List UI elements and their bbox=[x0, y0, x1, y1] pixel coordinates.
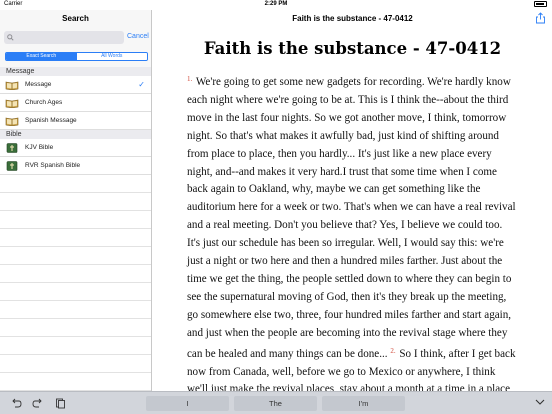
source-row-spanish-message[interactable]: Spanish Message bbox=[0, 112, 151, 130]
bible-icon bbox=[6, 160, 18, 171]
search-row: Cancel bbox=[4, 31, 150, 45]
paragraph: 1. We're going to get some new gadgets f… bbox=[187, 71, 517, 235]
empty-row bbox=[0, 355, 151, 373]
segment-all-words[interactable]: All Words bbox=[76, 53, 147, 60]
book-open-icon bbox=[5, 99, 19, 108]
source-row-message[interactable]: Message ✓ bbox=[0, 76, 151, 94]
document-title: Faith is the substance - 47-0412 bbox=[203, 39, 502, 58]
sidebar-title: Search bbox=[62, 14, 89, 23]
source-label: RVR Spanish Bible bbox=[25, 162, 81, 169]
sermon-document[interactable]: Faith is the substance - 47-0412 1. We'r… bbox=[153, 27, 552, 391]
empty-row bbox=[0, 229, 151, 247]
section-header-bible: Bible bbox=[0, 130, 151, 139]
empty-row bbox=[0, 211, 151, 229]
paragraph: It's just our schedule has been so irreg… bbox=[187, 235, 517, 391]
empty-row bbox=[0, 301, 151, 319]
empty-row bbox=[0, 247, 151, 265]
battery-icon bbox=[534, 1, 547, 7]
cancel-button[interactable]: Cancel bbox=[127, 33, 149, 40]
source-row-church-ages[interactable]: Church Ages bbox=[0, 94, 151, 112]
empty-row bbox=[0, 319, 151, 337]
document-body: 1. We're going to get some new gadgets f… bbox=[187, 71, 517, 391]
suggestion-2[interactable]: The bbox=[234, 396, 317, 411]
book-open-icon bbox=[5, 81, 19, 90]
source-row-kjv-bible[interactable]: KJV Bible bbox=[0, 139, 151, 157]
paste-icon[interactable] bbox=[54, 397, 66, 409]
source-label: Message bbox=[25, 81, 52, 88]
empty-row bbox=[0, 283, 151, 301]
share-icon[interactable] bbox=[535, 12, 546, 24]
keyboard-shortcut-bar: I The I'm bbox=[0, 391, 552, 414]
nav-title: Faith is the substance - 47-0412 bbox=[292, 14, 413, 23]
status-time: 2:29 PM bbox=[264, 1, 288, 7]
empty-row bbox=[0, 193, 151, 211]
paragraph-number[interactable]: 1. bbox=[187, 75, 192, 83]
source-label: Church Ages bbox=[25, 99, 63, 106]
paragraph-text: We're going to get some new gadgets for … bbox=[187, 76, 516, 232]
empty-row bbox=[0, 373, 151, 391]
empty-row bbox=[0, 337, 151, 355]
empty-row bbox=[0, 265, 151, 283]
search-input[interactable] bbox=[16, 34, 124, 41]
source-label: Spanish Message bbox=[25, 117, 77, 124]
source-label: KJV Bible bbox=[25, 144, 54, 151]
search-mode-segmented-control: Exact Search All Words bbox=[5, 52, 148, 61]
empty-row bbox=[0, 175, 151, 193]
segment-exact-search[interactable]: Exact Search bbox=[6, 53, 77, 60]
paragraph-text: It's just our schedule has been so irreg… bbox=[187, 237, 512, 360]
content-nav-bar: Faith is the substance - 47-0412 bbox=[153, 10, 552, 27]
redo-icon[interactable] bbox=[32, 397, 44, 409]
section-header-message: Message bbox=[0, 67, 151, 76]
checkmark-icon: ✓ bbox=[138, 80, 145, 89]
suggestion-3[interactable]: I'm bbox=[322, 396, 405, 411]
paragraph-number[interactable]: 2. bbox=[390, 347, 395, 355]
search-sidebar: Search Cancel Exact Search All Words Mes… bbox=[0, 10, 152, 391]
search-field[interactable] bbox=[4, 31, 124, 44]
suggestion-1[interactable]: I bbox=[146, 396, 229, 411]
status-bar: Carrier 2:29 PM bbox=[0, 0, 552, 10]
book-open-icon bbox=[5, 117, 19, 126]
bible-icon bbox=[6, 142, 18, 153]
source-row-rvr-spanish-bible[interactable]: RVR Spanish Bible bbox=[0, 157, 151, 175]
chevron-down-icon[interactable] bbox=[534, 396, 546, 408]
search-icon bbox=[7, 34, 14, 41]
undo-icon[interactable] bbox=[10, 397, 22, 409]
